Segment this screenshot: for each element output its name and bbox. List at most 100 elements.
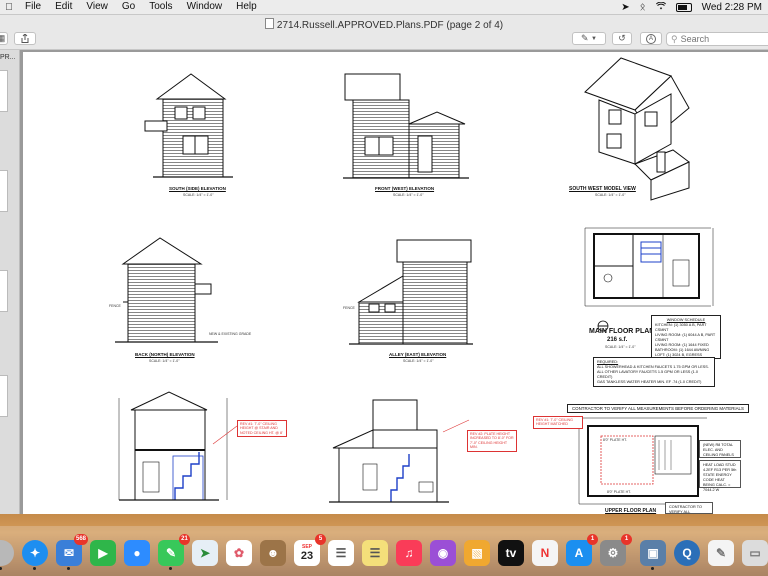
page-thumbnail[interactable] <box>0 375 8 417</box>
page-thumbnail[interactable] <box>0 170 8 212</box>
page-thumbnail[interactable] <box>0 70 8 112</box>
zoom-icon[interactable]: ● <box>124 540 150 566</box>
menu-help[interactable]: Help <box>229 0 264 14</box>
section-a-drawing <box>118 391 238 501</box>
back-elevation-label: BACK (NORTH) ELEVATION <box>135 352 195 357</box>
podcasts-icon[interactable]: ◉ <box>430 540 456 566</box>
menu-tools[interactable]: Tools <box>142 0 179 14</box>
requirement-line: GAS TANKLESS WATER HEATER MIN. EF .74 (1… <box>597 380 702 384</box>
rotate-button[interactable]: ↺ <box>612 32 632 45</box>
news-icon[interactable]: N <box>532 540 558 566</box>
safari-icon[interactable]: ✦ <box>22 540 48 570</box>
running-indicator <box>169 567 172 570</box>
plate-height-label: 8'0" PLATE HT. <box>603 438 627 442</box>
menu-view[interactable]: View <box>79 0 115 14</box>
back-fence-label: FENCE <box>109 304 121 308</box>
search-input[interactable] <box>680 34 761 44</box>
messages-icon[interactable]: ✎ 21 <box>158 534 190 570</box>
calendar-icon[interactable]: SEP 23 5 <box>294 534 326 566</box>
messages-badge: 21 <box>179 534 190 545</box>
music-icon[interactable]: ♫ <box>396 540 422 566</box>
markup-button[interactable]: ✎ ▼ <box>572 32 606 45</box>
upper-floor-revision-note: REV #1: 7'-0" CEILING HEIGHT MATCHED <box>533 416 583 429</box>
alley-elevation-drawing <box>349 239 473 345</box>
app-store-icon[interactable]: A1 <box>566 534 598 566</box>
menu-window[interactable]: Window <box>180 0 230 14</box>
grade-label: NEW & EXISTING GRADE <box>209 332 252 336</box>
page-thumbnail[interactable] <box>0 270 8 312</box>
model-view-scale: SCALE: 1/4" = 1'-0" <box>595 193 626 197</box>
plate-height-label: 8'0" PLATE HT. <box>607 490 631 494</box>
quicktime-icon[interactable]: Q <box>674 540 700 566</box>
pdf-page: SOUTH (SIDE) ELEVATION SCALE: 1/4" = 1'-… <box>23 52 768 524</box>
maps-icon[interactable]: ➤ <box>192 540 218 566</box>
facetime-icon[interactable]: ▶ <box>90 540 116 566</box>
model-view-drawing <box>584 57 690 201</box>
search-field[interactable]: ⚲ <box>666 32 768 46</box>
contractor-note: CONTRACTOR TO VERIFY ALL MEASUREMENTS BE… <box>567 404 749 413</box>
preview-icon[interactable]: ▣ <box>640 540 666 570</box>
sidebar-toggle-button[interactable]: ▦ <box>0 32 8 45</box>
contacts-icon[interactable]: ☻ <box>260 540 286 566</box>
apple-tv-icon[interactable]: tv <box>498 540 524 566</box>
document-view[interactable]: SOUTH (SIDE) ELEVATION SCALE: 1/4" = 1'-… <box>20 50 768 524</box>
contractor-verify-note: CONTRACTOR TO VERIFY ALL MEASUREMENTS BE… <box>665 502 713 524</box>
settings-badge: 1 <box>621 534 632 545</box>
apple-menu-icon[interactable]:  <box>0 2 18 13</box>
sidebar-label: PR... <box>0 54 16 61</box>
mail-icon[interactable]: ✉ 568 <box>56 534 88 570</box>
front-elevation-scale: SCALE: 1/4" = 1'-0" <box>393 193 424 197</box>
main-floor-plan-scale: SCALE: 1/4" = 1'-0" <box>605 345 636 349</box>
system-preferences-icon[interactable]: ⚙ 1 <box>600 534 632 566</box>
alley-elevation-scale: SCALE: 1/4" = 1'-0" <box>403 359 434 363</box>
alley-fence-label: FENCE <box>343 306 355 310</box>
search-icon: ⚲ <box>671 33 678 44</box>
pen-icon: ✎ <box>580 33 589 43</box>
window-title: 2714.Russell.APPROVED.Plans.PDF (page 2 … <box>0 18 768 31</box>
share-button[interactable] <box>14 32 36 45</box>
requirements-box: REQUIRED: ALL SHOWERHEAD & KITCHEN FAUCE… <box>593 357 715 387</box>
trash-icon[interactable]: ▭ <box>742 540 768 566</box>
front-elevation-label: FRONT (WEST) ELEVATION <box>375 186 435 191</box>
share-icon <box>21 34 29 43</box>
menu-file[interactable]: File <box>18 0 48 14</box>
back-elevation-scale: SCALE: 1/4" = 1'-0" <box>149 359 180 363</box>
photos-icon[interactable]: ✿ <box>226 540 252 566</box>
window-schedule: WINDOW SCHEDULE KITCHEN: (1) 3050 A B, P… <box>651 315 721 362</box>
notes-icon[interactable]: ☰ <box>362 540 388 566</box>
back-elevation-drawing <box>115 237 218 343</box>
running-indicator <box>33 567 36 570</box>
annotate-circle-icon: A <box>646 33 656 44</box>
pdf-document-icon <box>264 18 274 29</box>
menubar-clock[interactable]: Wed 2:28 PM <box>702 2 762 13</box>
document-icon[interactable]: ✎ <box>708 540 734 566</box>
location-icon[interactable]: ➤ <box>621 2 629 13</box>
south-elevation-scale: SCALE: 1/4" = 1'-0" <box>183 193 214 197</box>
section-b-revision-note: REV #2: PLATE HEIGHT INCREASED TO 8'-0" … <box>467 430 517 452</box>
main-floor-plan-title: MAIN FLOOR PLAN <box>589 328 655 335</box>
requirement-line: ALL OTHER LAVATORY FAUCETS 1.5 GPM OR LE… <box>597 370 698 379</box>
dock: ✦ ✉ 568 ▶ ● ✎ 21 ➤ ✿ ☻ SEP 23 5 ☰ ☰ ♫ ◉ ▧ … <box>0 514 768 576</box>
front-elevation-drawing <box>343 73 469 179</box>
running-indicator <box>651 567 654 570</box>
calendar-day: 23 <box>300 550 314 562</box>
mail-badge: 568 <box>73 534 88 545</box>
rotate-icon: ↺ <box>618 33 626 43</box>
menu-edit[interactable]: Edit <box>48 0 79 14</box>
bluetooth-icon[interactable]: ᛟ <box>640 2 646 13</box>
thumbnail-sidebar[interactable]: PR... <box>0 50 20 514</box>
wifi-icon[interactable] <box>655 1 666 13</box>
alley-elevation-label: ALLEY (EAST) ELEVATION <box>389 352 447 357</box>
annotate-button[interactable]: A <box>640 32 662 45</box>
window-title-text: 2714.Russell.APPROVED.Plans.PDF (page 2 … <box>276 20 504 31</box>
window-toolbar: 2714.Russell.APPROVED.Plans.PDF (page 2 … <box>0 15 768 50</box>
books-icon[interactable]: ▧ <box>464 540 490 566</box>
schedule-row: LIVING ROOM: (1) 6044 A B, PART CSMNT <box>655 333 716 342</box>
menu-go[interactable]: Go <box>115 0 142 14</box>
south-elevation-label: SOUTH (SIDE) ELEVATION <box>169 186 226 191</box>
battery-icon[interactable] <box>675 2 692 12</box>
section-b-drawing <box>329 399 470 503</box>
reminders-icon[interactable]: ☰ <box>328 540 354 566</box>
schedule-row: KITCHEN: (1) 3050 A B, PART CSMNT <box>655 323 707 332</box>
menu-bar:  File Edit View Go Tools Window Help ➤ … <box>0 0 768 15</box>
